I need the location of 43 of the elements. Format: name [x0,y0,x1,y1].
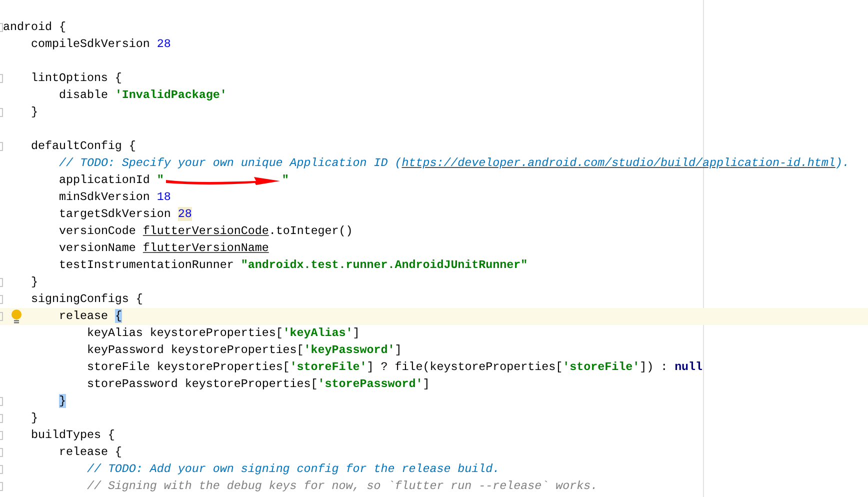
code-text: keyAlias keystoreProperties['keyAlias'] [86,325,360,342]
code-text: versionName flutterVersionName [58,240,269,257]
code-text: minSdkVersion 18 [58,189,171,206]
code-text: versionCode flutterVersionCode.toInteger() [58,223,353,240]
code-text: targetSdkVersion 28 [58,206,192,223]
code-text: lintOptions { [30,70,122,87]
code-text: storePassword keystoreProperties['storePassword'] [86,376,430,393]
fold-marker[interactable] [0,397,3,406]
code-text: keyPassword keystoreProperties['keyPassword'] [86,342,402,359]
fold-marker[interactable] [0,295,3,304]
fold-marker[interactable] [0,142,3,151]
fold-marker[interactable] [0,414,3,423]
code-text: testInstrumentationRunner "androidx.test.runner.AndroidJUnitRunner" [58,257,528,274]
code-text: android { [3,19,66,36]
code-comment: // Signing with the debug keys for now, so `flutter run --release` works. [86,478,598,495]
code-text: applicationId " [58,172,164,189]
code-text: storeFile keystoreProperties['storeFile'] ? file(keystoreProperties['storeFile']) : null [86,359,703,376]
fold-marker[interactable] [0,74,3,83]
fold-marker[interactable] [0,23,3,32]
code-text: } [30,410,38,427]
fold-marker[interactable] [0,482,3,491]
code-text: disable 'InvalidPackage' [58,87,227,104]
lightbulb-icon[interactable] [10,309,23,324]
fold-marker[interactable] [0,312,3,321]
fold-marker[interactable] [0,108,3,117]
fold-marker[interactable] [0,431,3,440]
code-text: buildTypes { [30,427,115,444]
code-text: release { [58,444,122,461]
code-text: } [58,393,66,410]
code-text: defaultConfig { [30,138,136,155]
link[interactable]: https://developer.android.com/studio/build/application-id.html [402,156,836,170]
code-text: release { [58,308,122,325]
code-text: " [282,172,289,189]
fold-marker[interactable] [0,465,3,474]
code-comment: // TODO: Specify your own unique Application ID (https://developer.android.com/studio/build/application-id.html). [58,155,850,172]
code-text: } [30,104,38,121]
code-text: signingConfigs { [30,291,143,308]
code-text: compileSdkVersion 28 [30,36,171,53]
fold-marker[interactable] [0,448,3,457]
code-editor[interactable] [0,0,868,497]
fold-marker[interactable] [0,278,3,287]
code-text: } [30,274,38,291]
code-comment: // TODO: Add your own signing config for the release build. [86,461,500,478]
